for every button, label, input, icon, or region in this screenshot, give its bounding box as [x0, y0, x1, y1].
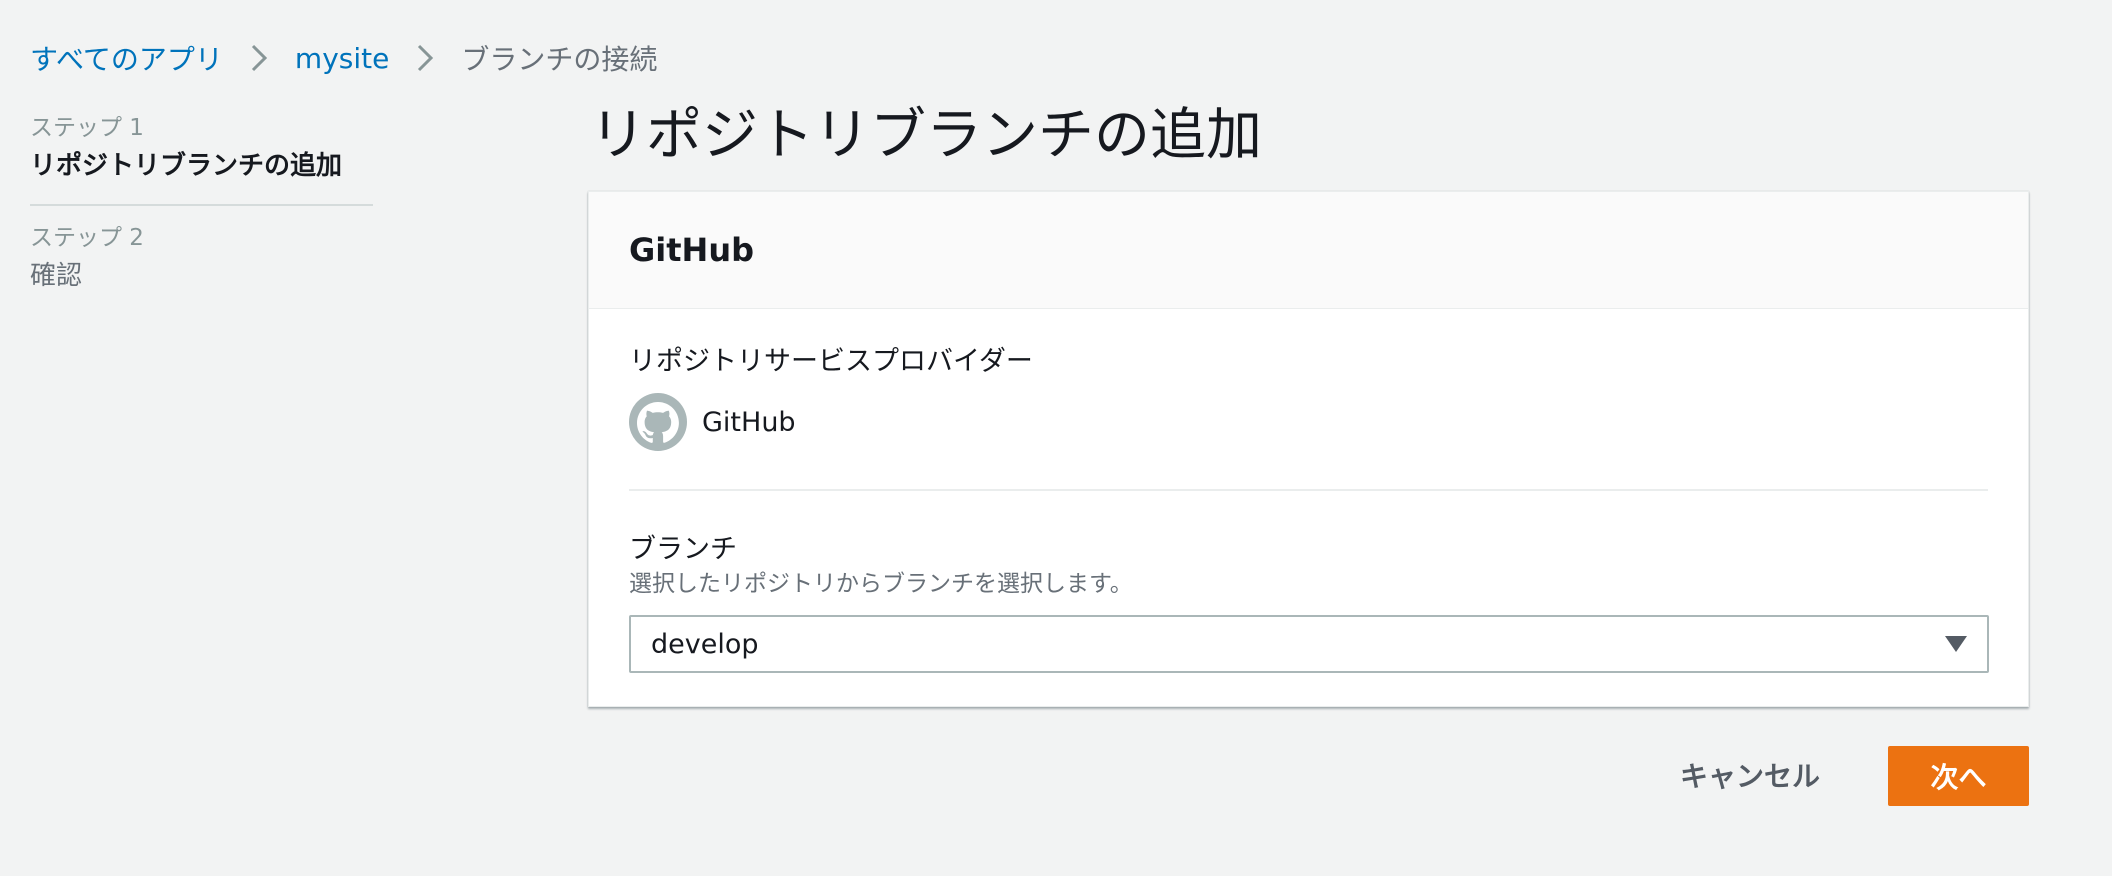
step-number: ステップ 2	[30, 225, 144, 251]
caret-down-icon	[1945, 636, 1967, 652]
page: すべてのアプリ mysite ブランチの接続 ステップ 1 リポジトリブランチの…	[0, 0, 2112, 876]
provider-row: GitHub	[629, 393, 1988, 451]
step-title: リポジトリブランチの追加	[30, 151, 343, 181]
branch-select[interactable]: develop	[629, 615, 1989, 673]
breadcrumb: すべてのアプリ mysite ブランチの接続	[30, 36, 657, 80]
chevron-right-icon	[389, 43, 461, 73]
page-title: リポジトリブランチの追加	[590, 103, 1262, 168]
step-divider	[30, 204, 373, 206]
wizard-steps: ステップ 1 リポジトリブランチの追加 ステップ 2 確認	[30, 110, 373, 296]
next-button[interactable]: 次へ	[1888, 746, 2029, 806]
card-title: GitHub	[629, 231, 754, 269]
branch-label: ブランチ	[629, 534, 737, 565]
step-2: ステップ 2 確認	[30, 220, 373, 296]
card-body: リポジトリサービスプロバイダー GitHub ブランチ 選択したリポジトリからブ…	[589, 343, 2028, 673]
chevron-right-icon	[223, 43, 295, 73]
section-divider	[629, 489, 1988, 491]
breadcrumb-all-apps[interactable]: すべてのアプリ	[30, 38, 223, 78]
branch-description: 選択したリポジトリからブランチを選択します。	[629, 571, 1133, 597]
step-number: ステップ 1	[30, 115, 144, 141]
step-title: 確認	[30, 261, 83, 291]
step-1: ステップ 1 リポジトリブランチの追加	[30, 110, 373, 186]
repository-card: GitHub リポジトリサービスプロバイダー GitHub ブランチ 選択したリ…	[588, 191, 2029, 707]
github-icon	[629, 393, 687, 451]
branch-select-value: develop	[651, 628, 759, 660]
breadcrumb-app[interactable]: mysite	[295, 42, 389, 75]
breadcrumb-current: ブランチの接続	[461, 43, 658, 76]
provider-label: リポジトリサービスプロバイダー	[629, 346, 1033, 377]
provider-name: GitHub	[702, 406, 796, 438]
cancel-button[interactable]: キャンセル	[1660, 746, 1840, 804]
card-header: GitHub	[589, 192, 2028, 309]
